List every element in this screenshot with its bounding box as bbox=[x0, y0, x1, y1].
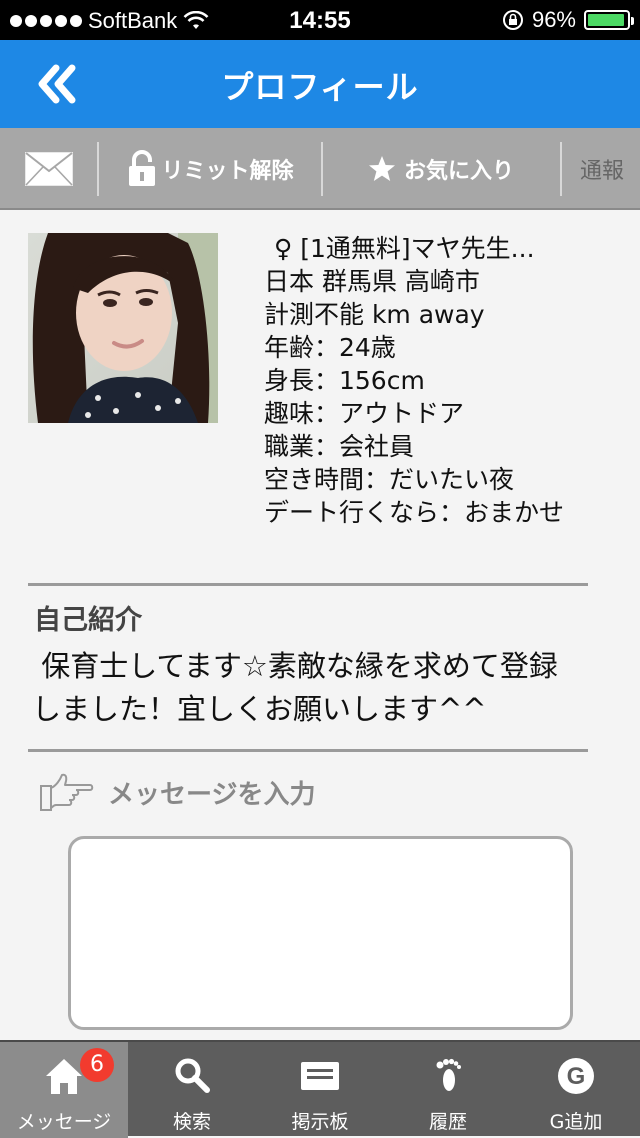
limit-release-label: リミット解除 bbox=[161, 159, 294, 184]
intro-title: 自己紹介 bbox=[34, 605, 142, 636]
profile-hobby: 趣味：アウトドア bbox=[264, 399, 465, 428]
g-icon: G bbox=[558, 1058, 594, 1094]
message-input-label: メッセージを入力 bbox=[108, 780, 316, 810]
home-icon bbox=[46, 1059, 82, 1094]
intro-line-1: 保育士してます☆素敵な縁を求めて登録 bbox=[32, 649, 558, 683]
divider bbox=[28, 749, 588, 752]
tab-board[interactable]: 掲示板 bbox=[256, 1042, 384, 1138]
report-button[interactable]: 通報 bbox=[564, 128, 640, 210]
report-label: 通報 bbox=[579, 159, 624, 184]
message-textarea[interactable] bbox=[68, 836, 573, 1030]
search-icon bbox=[175, 1058, 210, 1093]
battery-icon bbox=[584, 10, 634, 30]
profile-location: 日本 群馬県 高崎市 bbox=[264, 267, 480, 296]
orientation-lock-icon bbox=[502, 10, 523, 30]
profile-height: 身長：156cm bbox=[264, 366, 425, 395]
star-icon bbox=[368, 156, 395, 181]
tab-label: 検索 bbox=[172, 1111, 211, 1133]
tab-g-add[interactable]: G G追加 bbox=[512, 1042, 640, 1138]
favorite-button[interactable]: お気に入り bbox=[324, 128, 558, 210]
footprint-icon bbox=[436, 1058, 461, 1091]
intro-line-2: しました！宜しくお願いします^^ bbox=[32, 692, 487, 726]
unread-badge: 6 bbox=[80, 1048, 114, 1082]
tab-history[interactable]: 履歴 bbox=[384, 1042, 512, 1138]
profile-distance: 計測不能 km away bbox=[264, 300, 485, 329]
tab-label: G追加 bbox=[549, 1111, 603, 1133]
svg-text:G: G bbox=[567, 1063, 586, 1090]
mail-button[interactable] bbox=[0, 128, 98, 210]
profile-photo[interactable] bbox=[28, 233, 218, 423]
padlock-icon bbox=[129, 150, 156, 186]
divider bbox=[28, 583, 588, 586]
envelope-icon bbox=[25, 152, 73, 186]
page-title: プロフィール bbox=[221, 68, 419, 106]
tab-bar: 6 メッセージ 検索 掲示板 履歴 G G追加 bbox=[0, 1040, 640, 1138]
pointing-hand-icon bbox=[40, 773, 94, 811]
profile-job: 職業：会社員 bbox=[264, 432, 415, 461]
favorite-label: お気に入り bbox=[403, 159, 514, 184]
tab-search[interactable]: 検索 bbox=[128, 1042, 256, 1138]
profile-free-time: 空き時間：だいたい夜 bbox=[264, 465, 515, 494]
profile-info: ♀ [1通無料]マヤ先生... 日本 群馬県 高崎市 計測不能 km away … bbox=[264, 232, 624, 529]
intro-text: 保育士してます☆素敵な縁を求めて登録 しました！宜しくお願いします^^ bbox=[32, 645, 622, 731]
action-toolbar: リミット解除 お気に入り 通報 bbox=[0, 128, 640, 210]
profile-photo-image bbox=[28, 233, 218, 423]
battery-percent: 96% bbox=[531, 7, 576, 32]
status-bar: SoftBank 14:55 96% bbox=[0, 0, 640, 40]
nav-bar: プロフィール bbox=[0, 40, 640, 128]
board-icon bbox=[301, 1062, 339, 1090]
tab-messages[interactable]: 6 メッセージ bbox=[0, 1042, 128, 1138]
limit-release-button[interactable]: リミット解除 bbox=[100, 128, 321, 210]
profile-content: ♀ [1通無料]マヤ先生... 日本 群馬県 高崎市 計測不能 km away … bbox=[0, 212, 640, 1040]
tab-label: 履歴 bbox=[428, 1111, 467, 1133]
tab-label: メッセージ bbox=[16, 1111, 112, 1133]
profile-name: ♀ [1通無料]マヤ先生... bbox=[274, 234, 535, 263]
tab-label: 掲示板 bbox=[291, 1111, 349, 1133]
profile-age: 年齢：24歳 bbox=[264, 333, 396, 362]
profile-date-preference: デート行くなら：おまかせ bbox=[264, 498, 565, 527]
